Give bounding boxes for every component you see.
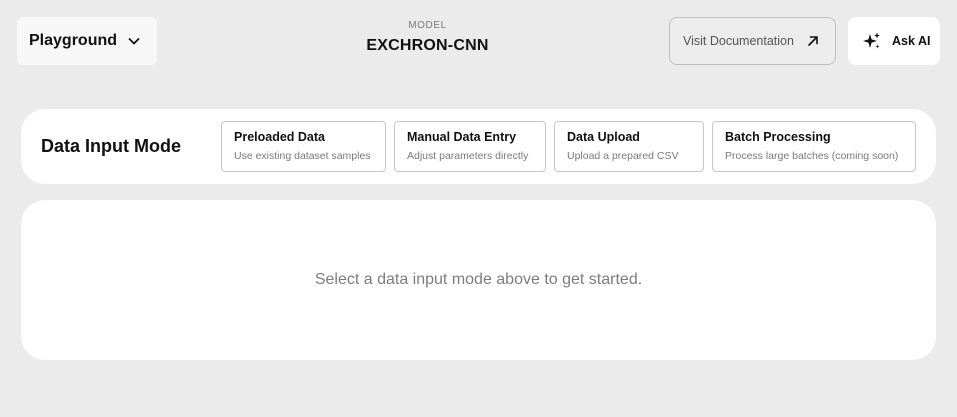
mode-option-title: Manual Data Entry bbox=[407, 130, 517, 144]
mode-option-description: Adjust parameters directly bbox=[407, 150, 529, 162]
ask-ai-button[interactable]: Ask AI bbox=[848, 17, 940, 65]
mode-option-title: Batch Processing bbox=[725, 130, 831, 144]
data-input-mode-card: Data Input Mode Preloaded Data Use exist… bbox=[21, 109, 936, 184]
playground-label: Playground bbox=[29, 32, 118, 49]
empty-state-message: Select a data input mode above to get st… bbox=[314, 271, 643, 288]
ask-ai-label: Ask AI bbox=[892, 34, 931, 48]
mode-option-description: Use existing dataset samples bbox=[234, 150, 371, 162]
main-content-panel: Select a data input mode above to get st… bbox=[21, 200, 936, 360]
mode-option-description: Process large batches (coming soon) bbox=[725, 150, 899, 162]
mode-option-manual-data-entry[interactable]: Manual Data Entry Adjust parameters dire… bbox=[394, 121, 546, 172]
playground-dropdown[interactable]: Playground bbox=[17, 17, 157, 65]
sparkles-icon bbox=[862, 31, 882, 51]
mode-option-description: Upload a prepared CSV bbox=[567, 150, 679, 162]
mode-option-batch-processing[interactable]: Batch Processing Process large batches (… bbox=[712, 121, 916, 172]
model-name: EXCHRON-CNN bbox=[366, 37, 489, 54]
model-label: MODEL bbox=[408, 20, 447, 31]
chevron-down-icon bbox=[127, 34, 141, 48]
visit-documentation-button[interactable]: Visit Documentation bbox=[669, 17, 836, 65]
data-input-mode-title: Data Input Mode bbox=[41, 136, 181, 156]
playground-page: Playground MODEL EXCHRON-CNN Visit Docum… bbox=[0, 0, 957, 417]
visit-documentation-label: Visit Documentation bbox=[683, 34, 794, 48]
arrow-up-right-icon bbox=[806, 34, 820, 48]
mode-option-data-upload[interactable]: Data Upload Upload a prepared CSV bbox=[554, 121, 704, 172]
mode-option-title: Data Upload bbox=[567, 130, 640, 144]
model-info: MODEL EXCHRON-CNN bbox=[330, 20, 525, 55]
mode-option-title: Preloaded Data bbox=[234, 130, 326, 144]
mode-option-preloaded-data[interactable]: Preloaded Data Use existing dataset samp… bbox=[221, 121, 386, 172]
